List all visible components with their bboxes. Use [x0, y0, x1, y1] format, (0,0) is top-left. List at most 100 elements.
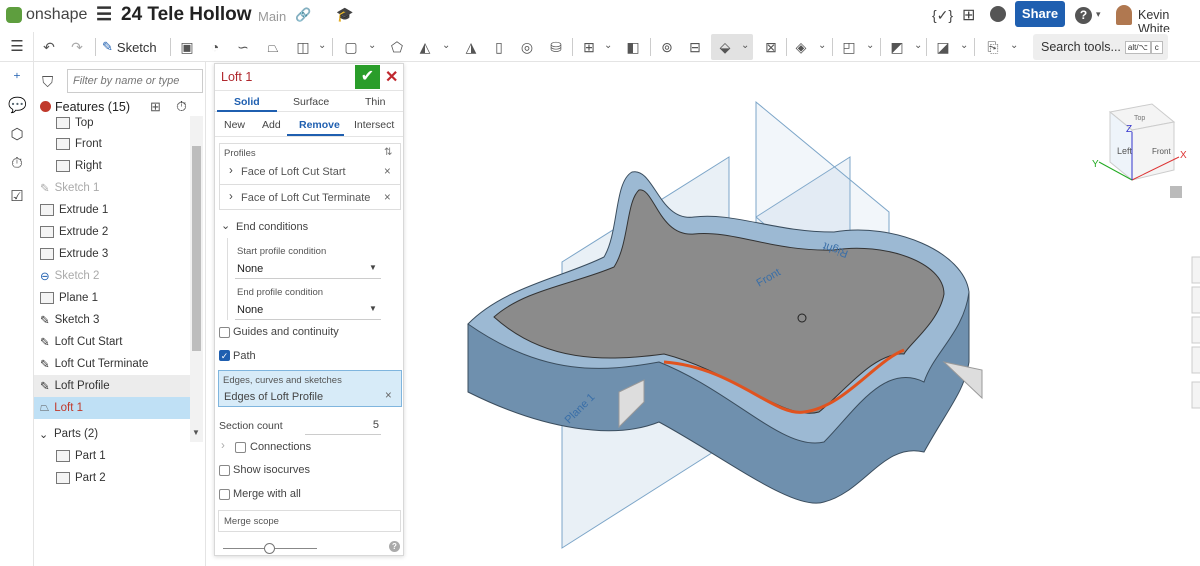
- end-conditions-header[interactable]: End conditions: [236, 221, 308, 233]
- isocurves-checkbox[interactable]: [219, 465, 230, 476]
- filter-icon[interactable]: ⛉: [42, 74, 53, 91]
- loft-icon[interactable]: ⏢: [262, 36, 284, 58]
- profile-item[interactable]: Face of Loft Cut Start: [241, 166, 346, 178]
- profile-item[interactable]: Face of Loft Cut Terminate: [241, 192, 370, 204]
- filter-input[interactable]: [67, 69, 203, 93]
- edge-item[interactable]: Edges of Loft Profile: [224, 391, 323, 403]
- boolean-icon[interactable]: ⊚: [656, 36, 678, 58]
- tree-scrollbar[interactable]: ▼: [190, 116, 203, 442]
- undo-icon[interactable]: ↶: [38, 36, 60, 58]
- op-new[interactable]: New: [224, 119, 245, 131]
- split-icon[interactable]: ⊟: [684, 36, 706, 58]
- tree-item[interactable]: ✎ Loft Cut Terminate: [34, 353, 190, 375]
- revolve-icon[interactable]: ◔: [204, 36, 226, 58]
- tree-item[interactable]: ⊖ Sketch 2: [34, 265, 190, 287]
- tree-item[interactable]: Top: [34, 116, 190, 134]
- connections-checkbox[interactable]: [235, 442, 246, 453]
- tab-thin[interactable]: Thin: [365, 96, 385, 108]
- right-edge-tools[interactable]: [1191, 256, 1200, 409]
- dialog-title[interactable]: Loft 1: [221, 70, 252, 84]
- add-folder-icon[interactable]: ⊞: [150, 99, 161, 115]
- tree-item[interactable]: ✎ Loft Cut Start: [34, 331, 190, 353]
- rollback-timer-icon[interactable]: ⏱: [176, 98, 187, 115]
- remove-icon[interactable]: ×: [384, 166, 391, 178]
- insert-icon[interactable]: ⁺: [8, 69, 26, 87]
- tree-item-selected[interactable]: ⏢ Loft 1: [34, 397, 190, 419]
- learning-center-icon[interactable]: [990, 6, 1006, 22]
- part-item[interactable]: Part 1: [34, 445, 190, 467]
- tree-item[interactable]: Right: [34, 155, 190, 177]
- menu-icon[interactable]: ☰: [96, 4, 112, 25]
- branch-label[interactable]: Main: [258, 9, 286, 24]
- shell-icon[interactable]: ▯: [488, 36, 510, 58]
- extrude-icon[interactable]: ▣: [176, 36, 198, 58]
- guides-checkbox[interactable]: [219, 327, 230, 338]
- mirror-icon[interactable]: ◧: [622, 36, 644, 58]
- merge-scope-field[interactable]: Merge scope: [218, 510, 401, 532]
- help-chevron-icon[interactable]: ▾: [1096, 9, 1101, 20]
- timer-icon[interactable]: ⏱: [8, 155, 26, 173]
- edges-field[interactable]: Edges, curves and sketches Edges of Loft…: [218, 370, 402, 407]
- cancel-button[interactable]: ✕: [385, 67, 398, 87]
- surface-icon[interactable]: ◪: [932, 36, 954, 58]
- document-title[interactable]: 24 Tele Hollow: [121, 4, 252, 26]
- chamfer-icon[interactable]: ⬠: [386, 36, 408, 58]
- checklist-icon[interactable]: ☑: [8, 187, 26, 205]
- tree-item[interactable]: ✎ Sketch 3: [34, 309, 190, 331]
- profiles-field[interactable]: Profiles ⇅ › Face of Loft Cut Start × › …: [219, 143, 401, 210]
- plane-icon[interactable]: ◰: [838, 36, 860, 58]
- remove-icon[interactable]: ×: [385, 390, 392, 402]
- hole-icon[interactable]: ◎: [516, 36, 538, 58]
- parts-icon[interactable]: ⬡: [8, 125, 26, 143]
- sketch-button[interactable]: ✎ Sketch: [102, 37, 157, 57]
- 3d-viewport[interactable]: Front Right Plane 1 Left Front Top X Y Z: [404, 62, 1200, 566]
- view-options-icon[interactable]: [1170, 186, 1182, 198]
- sort-icon[interactable]: ⇅: [384, 147, 392, 158]
- cube-top-label[interactable]: Top: [1134, 115, 1145, 122]
- draft-icon[interactable]: ◭: [414, 36, 436, 58]
- op-intersect[interactable]: Intersect: [354, 119, 394, 131]
- op-add[interactable]: Add: [262, 119, 281, 131]
- cube-front-label[interactable]: Front: [1152, 147, 1171, 156]
- modify-fillet-icon[interactable]: ◈: [790, 36, 812, 58]
- start-condition-select[interactable]: None ▼: [235, 259, 381, 279]
- cylinder-icon[interactable]: ⛁: [545, 36, 567, 58]
- variables-icon[interactable]: {✓}: [932, 7, 953, 24]
- search-tools-input[interactable]: Search tools... alt/⌥ c: [1033, 34, 1168, 60]
- merge-all-checkbox[interactable]: [219, 489, 230, 500]
- tree-item[interactable]: ✎ Loft Profile: [34, 375, 190, 397]
- tree-item[interactable]: Plane 1: [34, 287, 190, 309]
- link-icon[interactable]: 🔗: [295, 7, 311, 23]
- expand-icon[interactable]: ›: [229, 191, 233, 203]
- fillet-icon[interactable]: ▢: [340, 36, 362, 58]
- feature-list-icon[interactable]: ☰: [8, 37, 26, 55]
- op-remove[interactable]: Remove: [299, 119, 340, 131]
- expand-icon[interactable]: ›: [229, 165, 233, 177]
- pattern-icon[interactable]: ⊞: [578, 36, 600, 58]
- custom-feature-icon[interactable]: ⎘: [982, 36, 1004, 58]
- parts-header[interactable]: Parts (2): [54, 428, 98, 440]
- tab-surface[interactable]: Surface: [293, 96, 329, 108]
- collapse-icon[interactable]: ⌄: [221, 219, 230, 232]
- view-cube[interactable]: Left Front Top X Y Z: [1092, 103, 1187, 182]
- features-header[interactable]: Features (15): [55, 100, 130, 114]
- transform-icon[interactable]: ⬙: [714, 36, 736, 58]
- share-button[interactable]: Share: [1015, 1, 1065, 27]
- section-count-input[interactable]: 5: [305, 417, 381, 435]
- remove-icon[interactable]: ×: [384, 192, 391, 204]
- slider-thumb[interactable]: [264, 543, 275, 554]
- part-item[interactable]: Part 2: [34, 467, 190, 489]
- thicken-icon[interactable]: ◫: [292, 36, 314, 58]
- help-icon[interactable]: ?: [389, 541, 400, 552]
- path-checkbox[interactable]: ✓: [219, 350, 230, 361]
- accept-button[interactable]: ✔: [355, 65, 380, 89]
- tree-item[interactable]: Front: [34, 133, 190, 155]
- comments-icon[interactable]: 💬: [8, 96, 27, 114]
- end-condition-select[interactable]: None ▼: [235, 300, 381, 320]
- sheet-metal-icon[interactable]: ◩: [886, 36, 908, 58]
- learning-icon[interactable]: 🎓: [336, 6, 353, 23]
- tree-item[interactable]: Extrude 1: [34, 199, 190, 221]
- redo-icon[interactable]: ↷: [66, 36, 88, 58]
- help-icon[interactable]: ?: [1075, 7, 1092, 24]
- tree-item[interactable]: Extrude 3: [34, 243, 190, 265]
